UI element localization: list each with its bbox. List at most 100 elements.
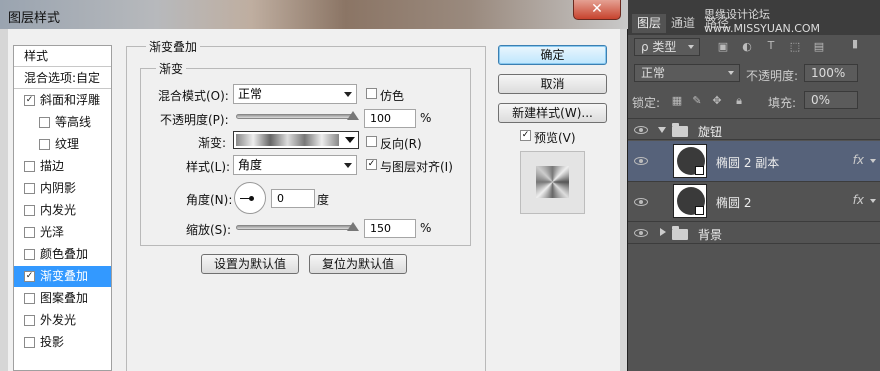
- scale-input[interactable]: 150: [364, 219, 416, 238]
- scale-label: 缩放(S):: [186, 223, 232, 237]
- dialog-titlebar[interactable]: 图层样式 ✕: [0, 0, 628, 29]
- new-style-button[interactable]: 新建样式(W)...: [498, 103, 607, 123]
- layer-row-ellipse-copy[interactable]: 椭圆 2 副本 fx: [628, 141, 880, 182]
- fx-icon[interactable]: fx: [853, 193, 864, 207]
- lock-all-icon[interactable]: 🔒︎: [732, 95, 746, 107]
- image-filter-icon[interactable]: ▣: [716, 41, 730, 53]
- collapse-arrow-icon[interactable]: [660, 228, 666, 236]
- style-item-checkbox[interactable]: [24, 249, 35, 260]
- style-item[interactable]: 光泽: [14, 222, 111, 243]
- gradient-picker[interactable]: [233, 131, 359, 149]
- style-item[interactable]: 颜色叠加: [14, 244, 111, 265]
- lock-pixels-icon[interactable]: ▦: [670, 95, 684, 107]
- layer-name: 椭圆 2: [716, 196, 752, 210]
- reverse-checkbox[interactable]: [366, 136, 377, 147]
- eye-icon[interactable]: [634, 229, 648, 237]
- folder-icon: [672, 226, 688, 240]
- style-item-checkbox[interactable]: [24, 161, 35, 172]
- cancel-button[interactable]: 取消: [498, 74, 607, 94]
- opacity-unit: %: [420, 111, 432, 125]
- adjust-filter-icon[interactable]: ◐: [740, 41, 754, 53]
- style-item-checkbox[interactable]: [24, 227, 35, 238]
- style-item[interactable]: ✓ 斜面和浮雕: [14, 90, 111, 111]
- blend-mode-value: 正常: [238, 87, 263, 101]
- filter-type-select[interactable]: ρ 类型: [634, 38, 700, 56]
- opacity-input[interactable]: 100: [364, 109, 416, 128]
- chevron-down-icon[interactable]: [343, 133, 357, 147]
- style-item[interactable]: 描边: [14, 156, 111, 177]
- opacity-slider-handle[interactable]: [347, 111, 359, 120]
- style-item-checkbox[interactable]: [24, 293, 35, 304]
- style-item-checkbox[interactable]: [39, 117, 50, 128]
- style-item-checkbox[interactable]: [24, 337, 35, 348]
- angle-input[interactable]: 0: [271, 189, 315, 208]
- section-title: 渐变叠加: [146, 38, 201, 55]
- panel-opacity-field[interactable]: 100%: [804, 64, 858, 82]
- close-button[interactable]: ✕: [573, 0, 621, 20]
- chevron-down-icon: [344, 92, 352, 97]
- reverse-label: 反向(R): [380, 137, 422, 151]
- align-checkbox[interactable]: ✓: [366, 159, 377, 170]
- style-select[interactable]: 角度: [233, 155, 357, 175]
- style-preview: [520, 151, 585, 214]
- style-item[interactable]: ✓ 渐变叠加: [14, 266, 111, 287]
- layer-row-group-background[interactable]: 背景: [628, 222, 880, 244]
- blend-options-item[interactable]: 混合选项:自定: [14, 68, 111, 89]
- style-list-header[interactable]: 样式: [14, 46, 111, 67]
- smart-filter-icon[interactable]: ▤: [812, 41, 826, 53]
- style-item[interactable]: 外发光: [14, 310, 111, 331]
- panel-blend-value: 正常: [641, 66, 666, 80]
- panel-opacity-value: 100%: [811, 66, 846, 80]
- style-item[interactable]: 纹理: [14, 134, 111, 155]
- style-item-checkbox[interactable]: [24, 315, 35, 326]
- style-item[interactable]: 内阴影: [14, 178, 111, 199]
- ok-button[interactable]: 确定: [498, 45, 607, 65]
- blend-mode-dropdown[interactable]: 正常: [634, 64, 740, 82]
- layer-name: 椭圆 2 副本: [716, 156, 780, 170]
- layer-row-group-knob[interactable]: 旋钮: [628, 118, 880, 140]
- style-item-label: 图案叠加: [40, 291, 89, 305]
- type-filter-icon[interactable]: T: [764, 40, 778, 52]
- tab-channels[interactable]: 通道: [666, 14, 700, 33]
- fx-icon[interactable]: fx: [853, 153, 864, 167]
- chevron-down-icon: [688, 45, 694, 49]
- layer-style-dialog: 图层样式 ✕ 样式 混合选项:自定 ✓ 斜面和浮雕 等高线 纹理 描边 内阴影 内发光 光泽颜…: [0, 0, 628, 371]
- set-default-button[interactable]: 设置为默认值: [201, 254, 299, 274]
- style-item-label: 渐变叠加: [40, 269, 89, 283]
- layer-row-ellipse[interactable]: 椭圆 2 fx: [628, 182, 880, 222]
- style-item-checkbox[interactable]: [24, 183, 35, 194]
- style-item[interactable]: 内发光: [14, 200, 111, 221]
- opacity-slider[interactable]: [236, 114, 353, 119]
- eye-icon[interactable]: [634, 198, 648, 206]
- fx-expand-icon[interactable]: [870, 159, 876, 163]
- angle-unit: 度: [317, 193, 330, 207]
- style-item[interactable]: 投影: [14, 332, 111, 353]
- lock-paint-icon[interactable]: ✎: [690, 95, 704, 107]
- fill-field[interactable]: 0%: [804, 91, 858, 109]
- filter-toggle-icon[interactable]: ▮: [848, 38, 862, 54]
- style-item-checkbox[interactable]: ✓: [24, 271, 35, 282]
- reset-default-button[interactable]: 复位为默认值: [309, 254, 407, 274]
- watermark: 思缘设计论坛 www.MISSYUAN.COM: [704, 8, 821, 35]
- fx-expand-icon[interactable]: [870, 199, 876, 203]
- shape-filter-icon[interactable]: ⬚: [788, 41, 802, 53]
- dither-checkbox[interactable]: [366, 88, 377, 99]
- preview-checkbox[interactable]: ✓: [520, 130, 531, 141]
- align-label: 与图层对齐(I): [380, 160, 453, 174]
- lock-move-icon[interactable]: ✥: [710, 95, 724, 107]
- eye-icon[interactable]: [634, 157, 648, 165]
- style-item[interactable]: 图案叠加: [14, 288, 111, 309]
- blend-mode-select[interactable]: 正常: [233, 84, 357, 104]
- style-item-checkbox[interactable]: [24, 205, 35, 216]
- style-item-checkbox[interactable]: [39, 139, 50, 150]
- folder-icon: [672, 123, 688, 137]
- angle-dial[interactable]: [234, 182, 266, 214]
- eye-icon[interactable]: [634, 126, 648, 134]
- tab-layers[interactable]: 图层: [632, 14, 667, 33]
- style-item[interactable]: 等高线: [14, 112, 111, 133]
- scale-slider-handle[interactable]: [347, 222, 359, 231]
- scale-slider[interactable]: [236, 225, 353, 230]
- expand-arrow-icon[interactable]: [658, 127, 666, 133]
- style-item-checkbox[interactable]: ✓: [24, 95, 35, 106]
- gradient-swatch[interactable]: [236, 134, 339, 146]
